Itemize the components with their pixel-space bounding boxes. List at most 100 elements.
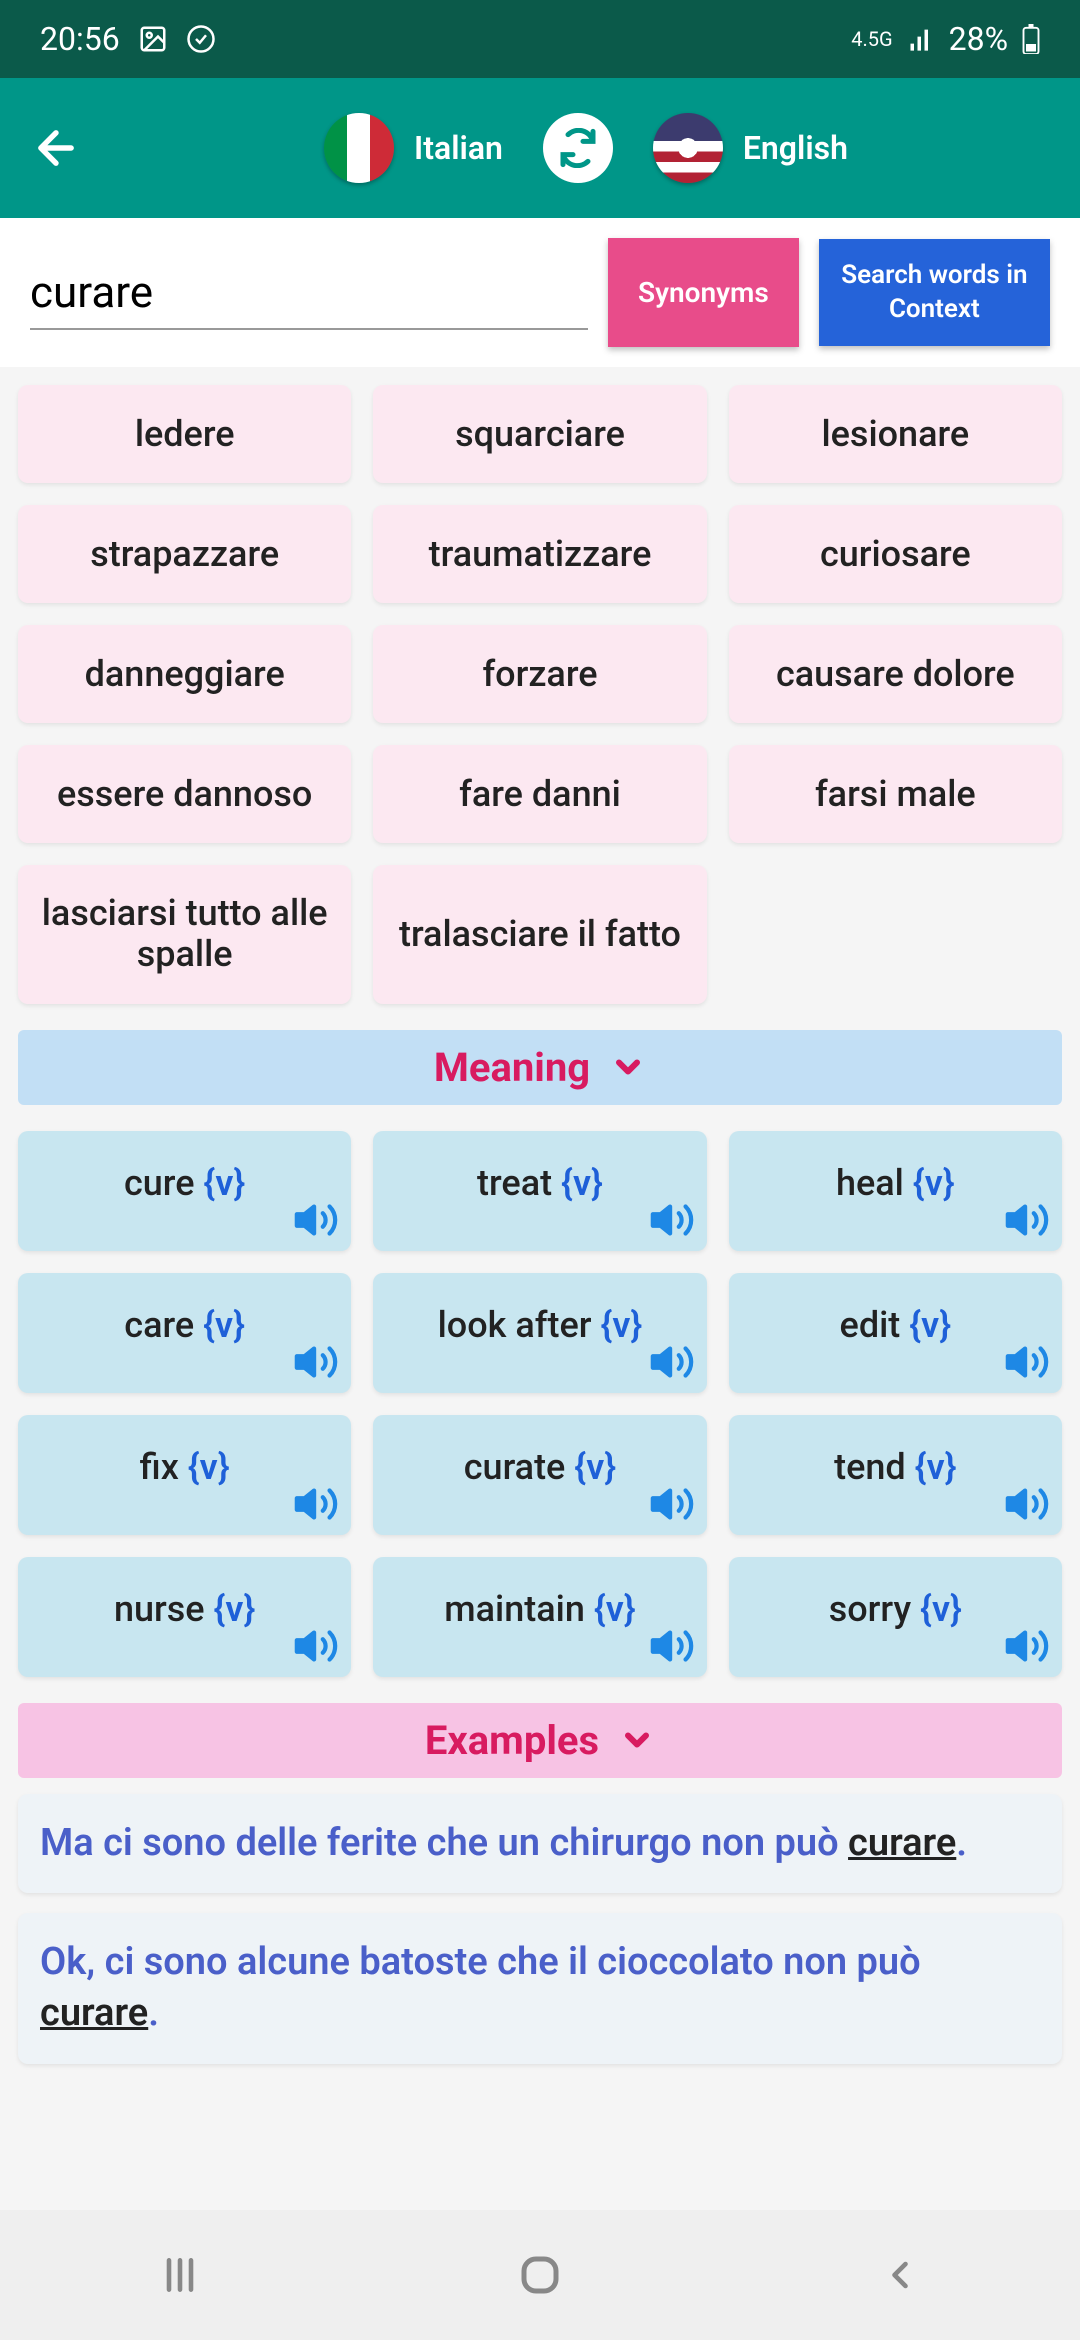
search-row: Synonyms Search words in Context — [0, 218, 1080, 367]
meaning-word: care {v} — [124, 1304, 245, 1346]
speaker-icon[interactable] — [293, 1197, 339, 1243]
pos-tag: {v} — [913, 1162, 955, 1204]
meaning-word: maintain {v} — [444, 1588, 635, 1630]
speaker-icon[interactable] — [1004, 1339, 1050, 1385]
meaning-card[interactable]: curate {v} — [373, 1415, 706, 1535]
synonym-chip[interactable]: curiosare — [729, 505, 1062, 603]
pos-tag: {v} — [561, 1162, 603, 1204]
synonym-chip[interactable]: strapazzare — [18, 505, 351, 603]
meaning-card[interactable]: edit {v} — [729, 1273, 1062, 1393]
speaker-icon[interactable] — [1004, 1623, 1050, 1669]
highlighted-word: curare — [40, 1991, 148, 2035]
pos-tag: {v} — [203, 1304, 245, 1346]
picture-icon — [138, 24, 168, 54]
meaning-card[interactable]: maintain {v} — [373, 1557, 706, 1677]
synonym-chip[interactable]: squarciare — [373, 385, 706, 483]
pos-tag: {v} — [600, 1304, 642, 1346]
speaker-icon[interactable] — [649, 1623, 695, 1669]
synonym-chip[interactable]: essere dannoso — [18, 745, 351, 843]
synonyms-grid: lederesquarciarelesionare strapazzaretrau… — [0, 367, 1080, 1022]
meaning-card[interactable]: tend {v} — [729, 1415, 1062, 1535]
example-sentence[interactable]: Ok, ci sono alcune batoste che il ciocco… — [18, 1913, 1062, 2064]
meaning-word: heal {v} — [836, 1162, 955, 1204]
lang-from-label: Italian — [414, 129, 503, 167]
back-button[interactable] — [30, 122, 82, 174]
pos-tag: {v} — [920, 1588, 962, 1630]
example-sentence[interactable]: Ma ci sono delle ferite che un chirurgo … — [18, 1794, 1062, 1893]
speaker-icon[interactable] — [293, 1339, 339, 1385]
pos-tag: {v} — [574, 1446, 616, 1488]
synonym-chip[interactable]: tralasciare il fatto — [373, 865, 706, 1004]
meaning-word: nurse {v} — [114, 1588, 255, 1630]
meaning-card[interactable]: sorry {v} — [729, 1557, 1062, 1677]
meaning-section-header[interactable]: Meaning — [18, 1030, 1062, 1105]
meanings-grid: cure {v} treat {v} heal {v} care {v} look af… — [0, 1113, 1080, 1695]
synonym-chip[interactable]: causare dolore — [729, 625, 1062, 723]
meaning-word: tend {v} — [834, 1446, 956, 1488]
meaning-word: look after {v} — [438, 1304, 643, 1346]
speaker-icon[interactable] — [649, 1197, 695, 1243]
examples-label: Examples — [425, 1717, 599, 1764]
synonym-chip[interactable]: danneggiare — [18, 625, 351, 723]
lang-to-label: English — [743, 129, 848, 167]
speaker-icon[interactable] — [649, 1481, 695, 1527]
synonyms-button[interactable]: Synonyms — [608, 238, 799, 347]
meaning-card[interactable]: nurse {v} — [18, 1557, 351, 1677]
lang-to[interactable]: English — [653, 113, 848, 183]
speaker-icon[interactable] — [293, 1623, 339, 1669]
pos-tag: {v} — [915, 1446, 957, 1488]
pos-tag: {v} — [188, 1446, 230, 1488]
status-right: 4.5G 28% — [851, 20, 1040, 58]
swap-languages-button[interactable] — [543, 113, 613, 183]
examples-section-header[interactable]: Examples — [18, 1703, 1062, 1778]
meaning-word: sorry {v} — [829, 1588, 962, 1630]
speaker-icon[interactable] — [1004, 1197, 1050, 1243]
examples-list: Ma ci sono delle ferite che un chirurgo … — [0, 1786, 1080, 2072]
status-left: 20:56 — [40, 20, 216, 58]
synonym-chip[interactable]: fare danni — [373, 745, 706, 843]
synonym-chip[interactable]: forzare — [373, 625, 706, 723]
meaning-card[interactable]: fix {v} — [18, 1415, 351, 1535]
meaning-card[interactable]: look after {v} — [373, 1273, 706, 1393]
highlighted-word: curare — [848, 1821, 956, 1865]
flag-italian-icon — [324, 113, 394, 183]
chevron-down-icon — [619, 1722, 655, 1758]
network-type: 4.5G — [851, 29, 892, 49]
meaning-word: edit {v} — [840, 1304, 952, 1346]
meaning-word: fix {v} — [140, 1446, 230, 1488]
battery-text: 28% — [949, 20, 1008, 58]
pos-tag: {v} — [203, 1162, 245, 1204]
meaning-label: Meaning — [434, 1044, 590, 1091]
context-button[interactable]: Search words in Context — [819, 239, 1050, 347]
synonym-chip[interactable]: traumatizzare — [373, 505, 706, 603]
meaning-word: treat {v} — [477, 1162, 603, 1204]
meaning-card[interactable]: treat {v} — [373, 1131, 706, 1251]
flag-english-icon — [653, 113, 723, 183]
language-selector: Italian English — [122, 113, 1050, 183]
lang-from[interactable]: Italian — [324, 113, 503, 183]
speaker-icon[interactable] — [1004, 1481, 1050, 1527]
meaning-card[interactable]: care {v} — [18, 1273, 351, 1393]
pos-tag: {v} — [594, 1588, 636, 1630]
synonym-chip[interactable]: lasciarsi tutto alle spalle — [18, 865, 351, 1004]
pos-tag: {v} — [909, 1304, 951, 1346]
synonym-chip[interactable]: farsi male — [729, 745, 1062, 843]
sync-icon — [186, 24, 216, 54]
synonym-chip[interactable]: lesionare — [729, 385, 1062, 483]
meaning-card[interactable]: cure {v} — [18, 1131, 351, 1251]
meaning-word: cure {v} — [124, 1162, 245, 1204]
signal-icon — [907, 25, 935, 53]
home-button[interactable] — [510, 2245, 570, 2305]
meaning-card[interactable]: heal {v} — [729, 1131, 1062, 1251]
app-header: Italian English — [0, 78, 1080, 218]
back-nav-button[interactable] — [870, 2245, 930, 2305]
meaning-word: curate {v} — [464, 1446, 616, 1488]
clock: 20:56 — [40, 20, 120, 58]
search-input[interactable] — [30, 256, 588, 330]
speaker-icon[interactable] — [293, 1481, 339, 1527]
system-nav-bar — [0, 2210, 1080, 2340]
pos-tag: {v} — [213, 1588, 255, 1630]
speaker-icon[interactable] — [649, 1339, 695, 1385]
recents-button[interactable] — [150, 2245, 210, 2305]
synonym-chip[interactable]: ledere — [18, 385, 351, 483]
